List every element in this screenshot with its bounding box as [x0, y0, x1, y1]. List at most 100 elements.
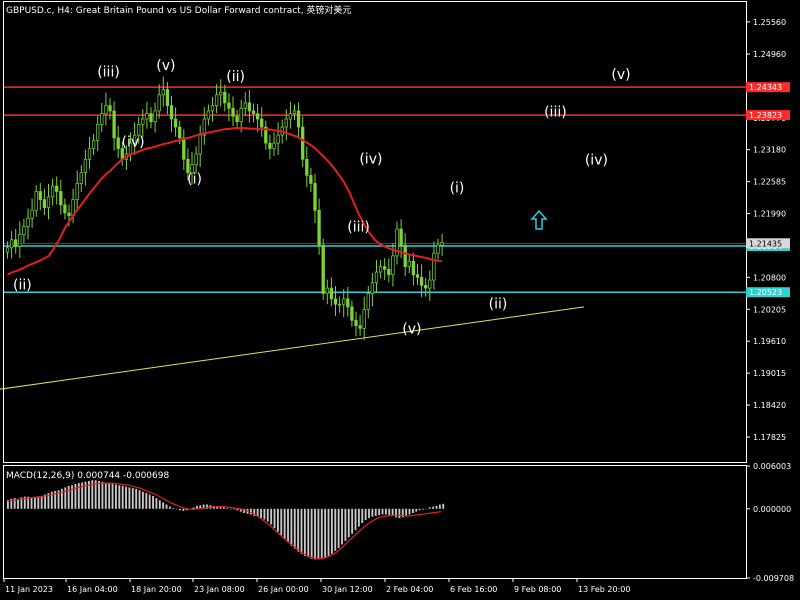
price-tick-label: 1.17825: [753, 433, 786, 442]
candle-body: [182, 137, 186, 160]
macd-histogram-bar: [411, 508, 414, 514]
macd-histogram-bar: [33, 497, 36, 509]
candle-body: [141, 118, 145, 125]
candle-body: [50, 185, 55, 198]
wave-label: (v): [402, 322, 421, 338]
macd-tick-label: -0.009708: [753, 574, 794, 583]
macd-histogram-bar: [357, 508, 360, 527]
candle-body: [288, 113, 293, 120]
candle-body: [407, 260, 411, 267]
candle-body: [26, 217, 30, 227]
candle-body: [22, 226, 26, 235]
candle-body: [38, 191, 42, 200]
candle-body: [34, 191, 38, 211]
macd-histogram-bar: [165, 504, 168, 509]
macd-histogram-bar: [145, 493, 148, 509]
price-tick-label: 1.20205: [753, 305, 786, 314]
macd-histogram-bar: [293, 508, 296, 549]
macd-histogram-bar: [334, 508, 337, 551]
macd-histogram-bar: [297, 508, 300, 552]
macd-histogram-bar: [168, 506, 171, 509]
time-tick-label: 6 Feb 16:00: [450, 585, 497, 594]
macd-histogram-bar: [344, 508, 347, 541]
candle-body: [247, 102, 252, 112]
time-tick-label: 11 Jan 2023: [5, 585, 53, 594]
macd-histogram-bar: [114, 484, 117, 509]
macd-histogram-bar: [398, 508, 401, 519]
macd-histogram-bar: [310, 508, 313, 559]
macd-panel-frame: [3, 465, 747, 579]
macd-histogram-bar: [148, 494, 151, 509]
candle-body: [378, 266, 383, 273]
time-tick-label: 26 Jan 00:00: [258, 585, 309, 594]
candle-body: [14, 239, 18, 247]
macd-histogram-bar: [98, 480, 100, 509]
macd-histogram-bar: [162, 502, 165, 509]
trendline[interactable]: [0, 306, 585, 390]
horizontal-levels[interactable]: 1.243431.238231.213841.205231.21435: [4, 82, 790, 298]
candle-body: [436, 244, 440, 254]
macd-histogram-bar: [276, 508, 279, 532]
candle-body: [46, 196, 51, 208]
candle-body: [305, 158, 309, 176]
macd-histogram-bar: [422, 508, 424, 510]
candle-body: [96, 124, 100, 141]
macd-histogram-bar: [118, 485, 121, 509]
candle-body: [325, 287, 329, 294]
candle-body: [227, 102, 231, 109]
candle-body: [206, 110, 211, 120]
macd-histogram-bar: [260, 508, 262, 519]
macd-histogram-bar: [104, 482, 107, 509]
macd-histogram-bar: [287, 508, 289, 543]
macd-histogram-bar: [131, 488, 134, 509]
candle-body: [260, 118, 264, 128]
candle-body: [210, 105, 215, 112]
macd-histogram-bar: [351, 508, 354, 534]
candle-body: [428, 279, 432, 289]
macd-histogram-bar: [179, 508, 181, 511]
macd-histogram-bar: [138, 490, 141, 509]
macd-tick-label: 0.000000: [753, 505, 791, 514]
macd-histogram-bar: [283, 508, 286, 539]
macd-histogram-bar: [229, 508, 232, 510]
macd-histogram-bar: [226, 508, 229, 509]
candle-body: [284, 118, 288, 128]
macd-histogram-bar: [280, 508, 283, 536]
macd-histogram-bar: [324, 508, 327, 558]
price-tick-label: 1.21990: [753, 209, 786, 218]
candle-body: [5, 247, 10, 253]
up-arrow-icon[interactable]: [530, 209, 548, 230]
candle-body: [411, 260, 416, 276]
macd-histogram-bar: [30, 497, 33, 509]
candle-body: [419, 277, 424, 286]
price-tick-label: 1.25560: [753, 18, 786, 27]
macd-histogram-bar: [121, 485, 124, 509]
macd-histogram-bar: [290, 508, 293, 546]
candle-body: [251, 110, 256, 114]
macd-histogram-bar: [432, 506, 435, 509]
macd-histogram-bar: [384, 508, 387, 515]
candle-body: [268, 142, 272, 149]
candle-body: [75, 183, 79, 200]
macd-histogram-bar: [108, 483, 111, 509]
candle-body: [79, 172, 83, 184]
macd-histogram-bar: [175, 508, 178, 510]
candle-body: [239, 107, 243, 123]
gbpusd-chart[interactable]: 1.255601.249601.243651.237701.231801.225…: [0, 0, 800, 600]
candle-body: [399, 228, 403, 246]
macd-histogram-bar: [388, 508, 391, 516]
candles: [5, 76, 444, 341]
price-tick-label: 1.22585: [753, 178, 786, 187]
candle-body: [296, 110, 301, 128]
macd-histogram-bar: [425, 508, 428, 510]
candle-body: [112, 110, 116, 139]
level-price-label: 1.20523: [749, 288, 782, 297]
candle-body: [272, 142, 276, 149]
candle-body: [370, 282, 375, 294]
candle-body: [149, 113, 153, 123]
candle-body: [358, 325, 362, 329]
candle-body: [108, 105, 112, 112]
candle-body: [329, 287, 334, 300]
candle-body: [153, 110, 157, 123]
macd-histogram-bar: [395, 508, 397, 518]
